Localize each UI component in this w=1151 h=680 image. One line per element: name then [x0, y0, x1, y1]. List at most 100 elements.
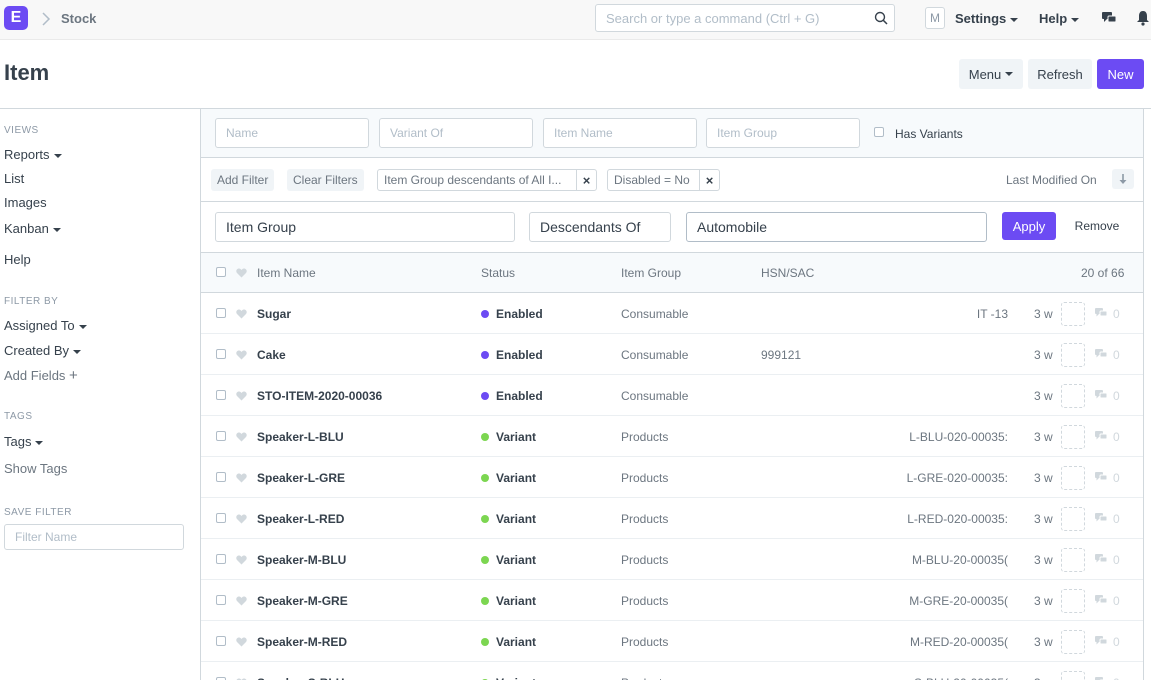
item-group-cell[interactable]: Products — [621, 512, 668, 526]
close-icon[interactable]: × — [576, 170, 596, 190]
item-group-cell[interactable]: Products — [621, 676, 668, 680]
filter-field-select[interactable]: Item Group — [215, 212, 515, 242]
item-group-cell[interactable]: Products — [621, 430, 668, 444]
show-tags-link[interactable]: Show Tags — [4, 461, 67, 476]
filter-value-input[interactable] — [697, 213, 986, 241]
assign-avatar-placeholder[interactable] — [1061, 548, 1085, 572]
variant-of-input[interactable] — [380, 119, 532, 147]
item-name-input[interactable] — [544, 119, 696, 147]
item-name-link[interactable]: Speaker-M-RED — [257, 635, 347, 649]
row-checkbox[interactable] — [216, 636, 226, 646]
table-row[interactable]: STO-ITEM-2020-00036 Enabled Consumable 3 w 0 — [201, 375, 1143, 416]
name-filter-input[interactable] — [216, 119, 368, 147]
variant-of-filter[interactable] — [379, 118, 533, 148]
item-group-cell[interactable]: Consumable — [621, 307, 688, 321]
menu-button[interactable]: Menu — [959, 59, 1023, 89]
app-logo[interactable]: E — [4, 6, 28, 30]
item-group-cell[interactable]: Products — [621, 635, 668, 649]
assign-avatar-placeholder[interactable] — [1061, 671, 1085, 680]
sidebar-item-images[interactable]: Images — [4, 195, 47, 210]
sidebar-item-list[interactable]: List — [4, 171, 24, 186]
row-checkbox[interactable] — [216, 431, 226, 441]
status-badge[interactable]: Variant — [496, 512, 536, 526]
status-badge[interactable]: Variant — [496, 676, 536, 680]
item-group-cell[interactable]: Products — [621, 594, 668, 608]
filter-tag-text[interactable]: Item Group descendants of All I... — [378, 173, 576, 187]
assign-avatar-placeholder[interactable] — [1061, 589, 1085, 613]
item-group-cell[interactable]: Consumable — [621, 348, 688, 362]
filter-tag-item-group[interactable]: Item Group descendants of All I... × — [377, 169, 597, 191]
row-checkbox[interactable] — [216, 390, 226, 400]
item-name-link[interactable]: Cake — [257, 348, 286, 362]
filter-name-field[interactable] — [4, 524, 184, 550]
table-row[interactable]: Speaker-M-GRE Variant Products)20-00035-M-… — [201, 580, 1143, 621]
user-avatar[interactable]: M — [925, 7, 945, 29]
sidebar-item-help[interactable]: Help — [4, 252, 31, 267]
settings-dropdown[interactable]: Settings — [955, 11, 1019, 26]
item-name-link[interactable]: Speaker-M-GRE — [257, 594, 348, 608]
heart-icon[interactable] — [236, 350, 247, 360]
search-input[interactable] — [596, 5, 866, 31]
remove-filter-button[interactable]: Remove — [1067, 212, 1127, 240]
table-row[interactable]: Speaker-L-RED Variant Products:020-00035-L… — [201, 498, 1143, 539]
table-row[interactable]: Speaker-L-BLU Variant Products:020-00035-L… — [201, 416, 1143, 457]
clear-filters-button[interactable]: Clear Filters — [287, 169, 364, 191]
status-badge[interactable]: Variant — [496, 553, 536, 567]
item-name-link[interactable]: Speaker-L-GRE — [257, 471, 345, 485]
filter-condition-select[interactable]: Descendants Of — [529, 212, 671, 242]
heart-icon[interactable] — [236, 391, 247, 401]
add-filter-button[interactable]: Add Filter — [211, 169, 275, 191]
heart-icon[interactable] — [236, 637, 247, 647]
heart-icon[interactable] — [236, 555, 247, 565]
table-row[interactable]: Speaker-M-BLU Variant Products)20-00035-M-… — [201, 539, 1143, 580]
status-badge[interactable]: Variant — [496, 430, 536, 444]
sort-selector[interactable]: Last Modified On — [1006, 173, 1097, 187]
row-checkbox[interactable] — [216, 349, 226, 359]
close-icon[interactable]: × — [699, 170, 719, 190]
item-name-link[interactable]: STO-ITEM-2020-00036 — [257, 389, 382, 403]
sidebar-item-kanban[interactable]: Kanban — [4, 221, 61, 236]
item-group-cell[interactable]: Products — [621, 471, 668, 485]
row-checkbox[interactable] — [216, 308, 226, 318]
filter-tag-disabled[interactable]: Disabled = No × — [607, 169, 720, 191]
table-row[interactable]: Cake Enabled Consumable 999121 3 w 0 — [201, 334, 1143, 375]
item-name-link[interactable]: Speaker-M-BLU — [257, 553, 346, 567]
help-dropdown[interactable]: Help — [1039, 11, 1080, 26]
sidebar-item-reports[interactable]: Reports — [4, 147, 62, 162]
row-checkbox[interactable] — [216, 554, 226, 564]
add-fields-link[interactable]: Add Fields + — [4, 367, 78, 384]
heart-icon[interactable] — [236, 514, 247, 524]
row-checkbox[interactable] — [216, 472, 226, 482]
status-badge[interactable]: Enabled — [496, 307, 543, 321]
sidebar-item-created-by[interactable]: Created By — [4, 343, 82, 358]
item-group-cell[interactable]: Products — [621, 553, 668, 567]
heart-icon[interactable] — [236, 473, 247, 483]
row-checkbox[interactable] — [216, 513, 226, 523]
assign-avatar-placeholder[interactable] — [1061, 343, 1085, 367]
awesomebar[interactable] — [595, 4, 895, 32]
bell-icon[interactable] — [1136, 10, 1150, 26]
assign-avatar-placeholder[interactable] — [1061, 384, 1085, 408]
table-row[interactable]: Speaker-S-BLU Variant Products)20-00035-S-… — [201, 662, 1143, 680]
new-button[interactable]: New — [1097, 59, 1144, 89]
select-all-checkbox[interactable] — [216, 267, 226, 277]
status-badge[interactable]: Variant — [496, 594, 536, 608]
sort-order-button[interactable] — [1112, 169, 1134, 189]
filter-name-input[interactable] — [5, 525, 183, 549]
table-row[interactable]: Sugar Enabled Consumable IT -13 3 w 0 — [201, 293, 1143, 334]
item-name-link[interactable]: Speaker-L-BLU — [257, 430, 344, 444]
item-name-link[interactable]: Speaker-L-RED — [257, 512, 344, 526]
filter-value-field[interactable] — [686, 212, 987, 242]
assign-avatar-placeholder[interactable] — [1061, 302, 1085, 326]
filter-tag-text[interactable]: Disabled = No — [608, 173, 699, 187]
assign-avatar-placeholder[interactable] — [1061, 425, 1085, 449]
heart-icon[interactable] — [236, 432, 247, 442]
status-badge[interactable]: Enabled — [496, 389, 543, 403]
heart-icon[interactable] — [236, 596, 247, 606]
table-row[interactable]: Speaker-L-GRE Variant Products:020-00035-L… — [201, 457, 1143, 498]
item-group-cell[interactable]: Consumable — [621, 389, 688, 403]
has-variants-checkbox[interactable] — [874, 127, 884, 137]
row-checkbox[interactable] — [216, 595, 226, 605]
assign-avatar-placeholder[interactable] — [1061, 507, 1085, 531]
item-name-link[interactable]: Speaker-S-BLU — [257, 676, 344, 680]
